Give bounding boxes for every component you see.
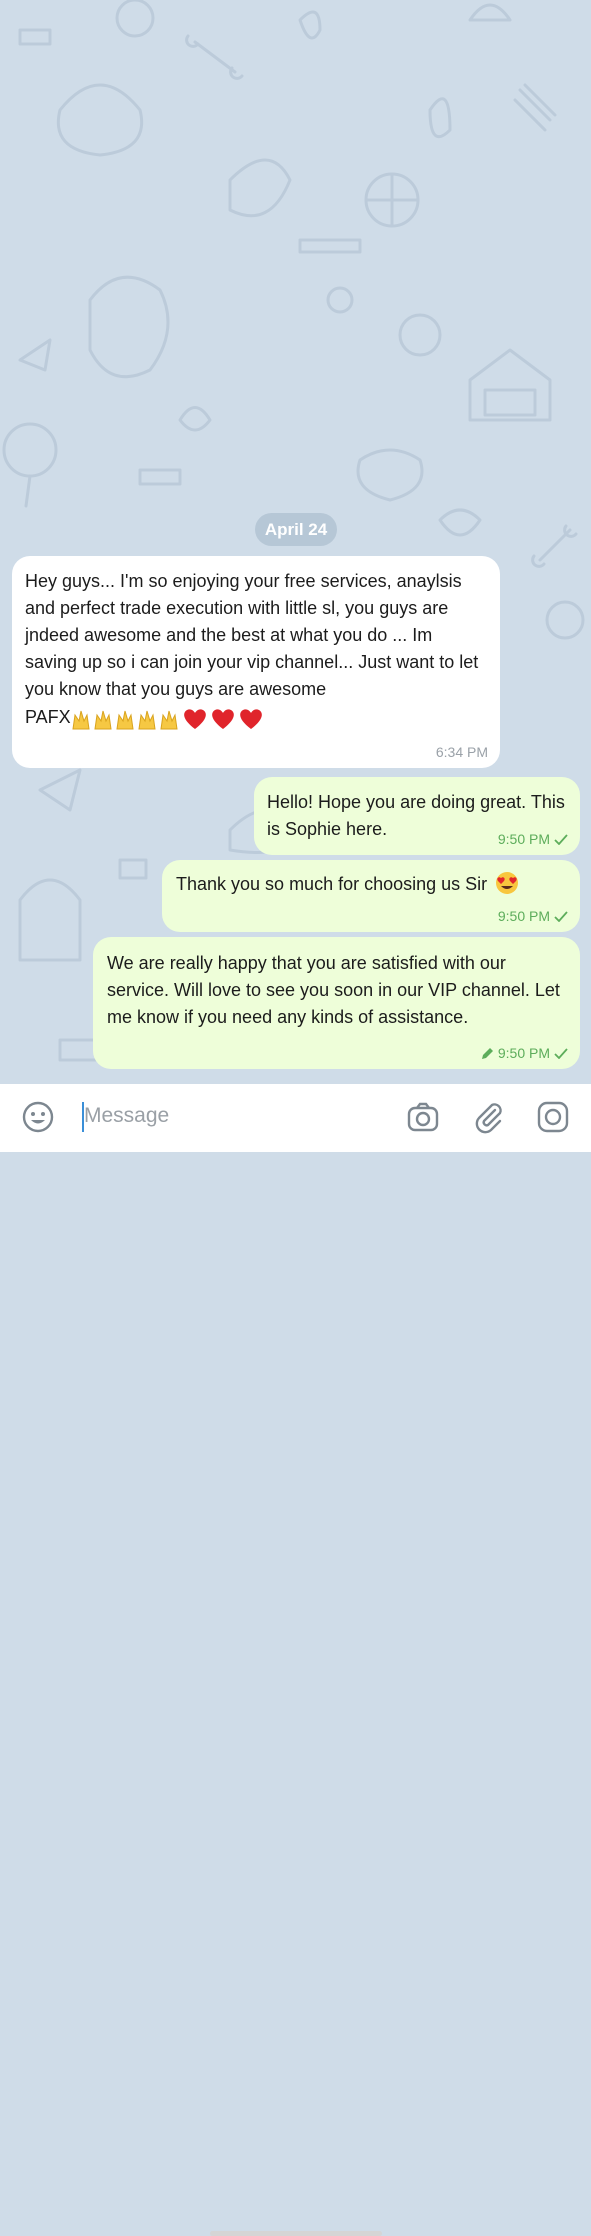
message-input[interactable]: Message — [84, 1104, 169, 1128]
heart-eyes-emoji — [496, 872, 519, 894]
home-indicator — [210, 2231, 382, 2236]
message-time: 9:50 PM — [497, 831, 550, 847]
message-text: Thank you so much for choosing us Sir — [176, 874, 488, 894]
date-separator: April 24 — [255, 513, 337, 546]
emoji-icon[interactable] — [21, 1100, 55, 1134]
camera-icon[interactable] — [406, 1100, 440, 1134]
instagram-icon[interactable] — [536, 1100, 570, 1134]
message-bubble-outgoing[interactable]: Hello! Hope you are doing great. This is… — [254, 777, 580, 855]
message-time: 9:50 PM — [497, 908, 550, 924]
raising-hands-emoji — [72, 710, 178, 730]
attach-icon[interactable] — [471, 1100, 505, 1134]
message-meta: 9:50 PM — [498, 908, 568, 924]
message-signature: PAFX — [25, 707, 71, 727]
message-meta: 9:50 PM — [481, 1045, 568, 1061]
message-meta: 6:34 PM — [436, 744, 488, 760]
sent-check-icon — [554, 833, 568, 845]
message-input-bar: Message — [0, 1084, 591, 2236]
pencil-icon — [481, 1047, 493, 1059]
message-time: 9:50 PM — [497, 1045, 550, 1061]
message-meta: 9:50 PM — [498, 831, 568, 847]
message-text: We are really happy that you are satisfi… — [107, 953, 560, 1027]
message-emoji-line: PAFX — [25, 703, 486, 731]
red-heart-emoji — [183, 709, 262, 729]
sent-check-icon — [554, 1047, 568, 1059]
message-text: Hey guys... I'm so enjoying your free se… — [25, 571, 479, 699]
sent-check-icon — [554, 910, 568, 922]
message-bubble-outgoing[interactable]: Thank you so much for choosing us Sir 9:… — [162, 860, 580, 932]
message-bubble-incoming[interactable]: Hey guys... I'm so enjoying your free se… — [12, 556, 500, 768]
message-time: 6:34 PM — [435, 744, 488, 760]
message-bubble-outgoing[interactable]: We are really happy that you are satisfi… — [93, 937, 580, 1069]
